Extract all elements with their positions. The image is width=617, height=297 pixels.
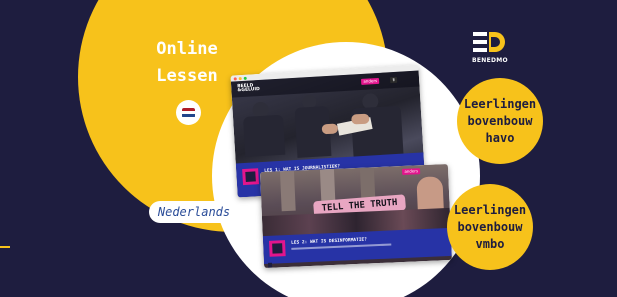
accent-line — [0, 246, 10, 248]
banner: Online Lessen Nederlands BEELD &GELUID a… — [0, 0, 617, 297]
brand-name: BENEDMO — [472, 57, 508, 64]
site-badge: anders — [402, 168, 421, 175]
language-button[interactable]: Nederlands — [149, 201, 239, 223]
lesson-thumb — [268, 240, 286, 257]
close-icon — [233, 76, 237, 80]
minimize-icon — [238, 76, 242, 80]
maximize-icon — [243, 76, 247, 80]
benedmo-mini-icon: E — [390, 76, 398, 84]
lesson-screenshot-2[interactable]: anders TELL THE TRUTH LES 2: WAT IS DESI… — [259, 163, 453, 269]
lesson-thumb — [242, 168, 260, 186]
badge-line: bovenbouw — [467, 113, 533, 128]
badge-line: havo — [485, 130, 515, 145]
site-badge: anders — [361, 77, 380, 85]
site-logo: BEELD &GELUID — [237, 83, 261, 94]
havo-button[interactable]: Leerlingen bovenbouw havo — [457, 78, 543, 164]
audience-photo — [232, 86, 424, 163]
title-line-1: Online — [156, 39, 218, 59]
badge-line: Leerlingen — [463, 96, 537, 111]
corner-tag — [267, 262, 273, 268]
page-title: Online Lessen — [132, 36, 242, 90]
lesson-2-image: anders TELL THE TRUTH LES 2: WAT IS DESI… — [259, 163, 453, 269]
badge-line: bovenbouw — [457, 219, 523, 234]
badge-line: Leerlingen — [453, 202, 527, 217]
badge-line: vmbo — [475, 236, 505, 251]
title-line-2: Lessen — [156, 66, 218, 86]
netherlands-flag-icon[interactable] — [176, 100, 201, 125]
vmbo-button[interactable]: Leerlingen bovenbouw vmbo — [447, 184, 533, 270]
